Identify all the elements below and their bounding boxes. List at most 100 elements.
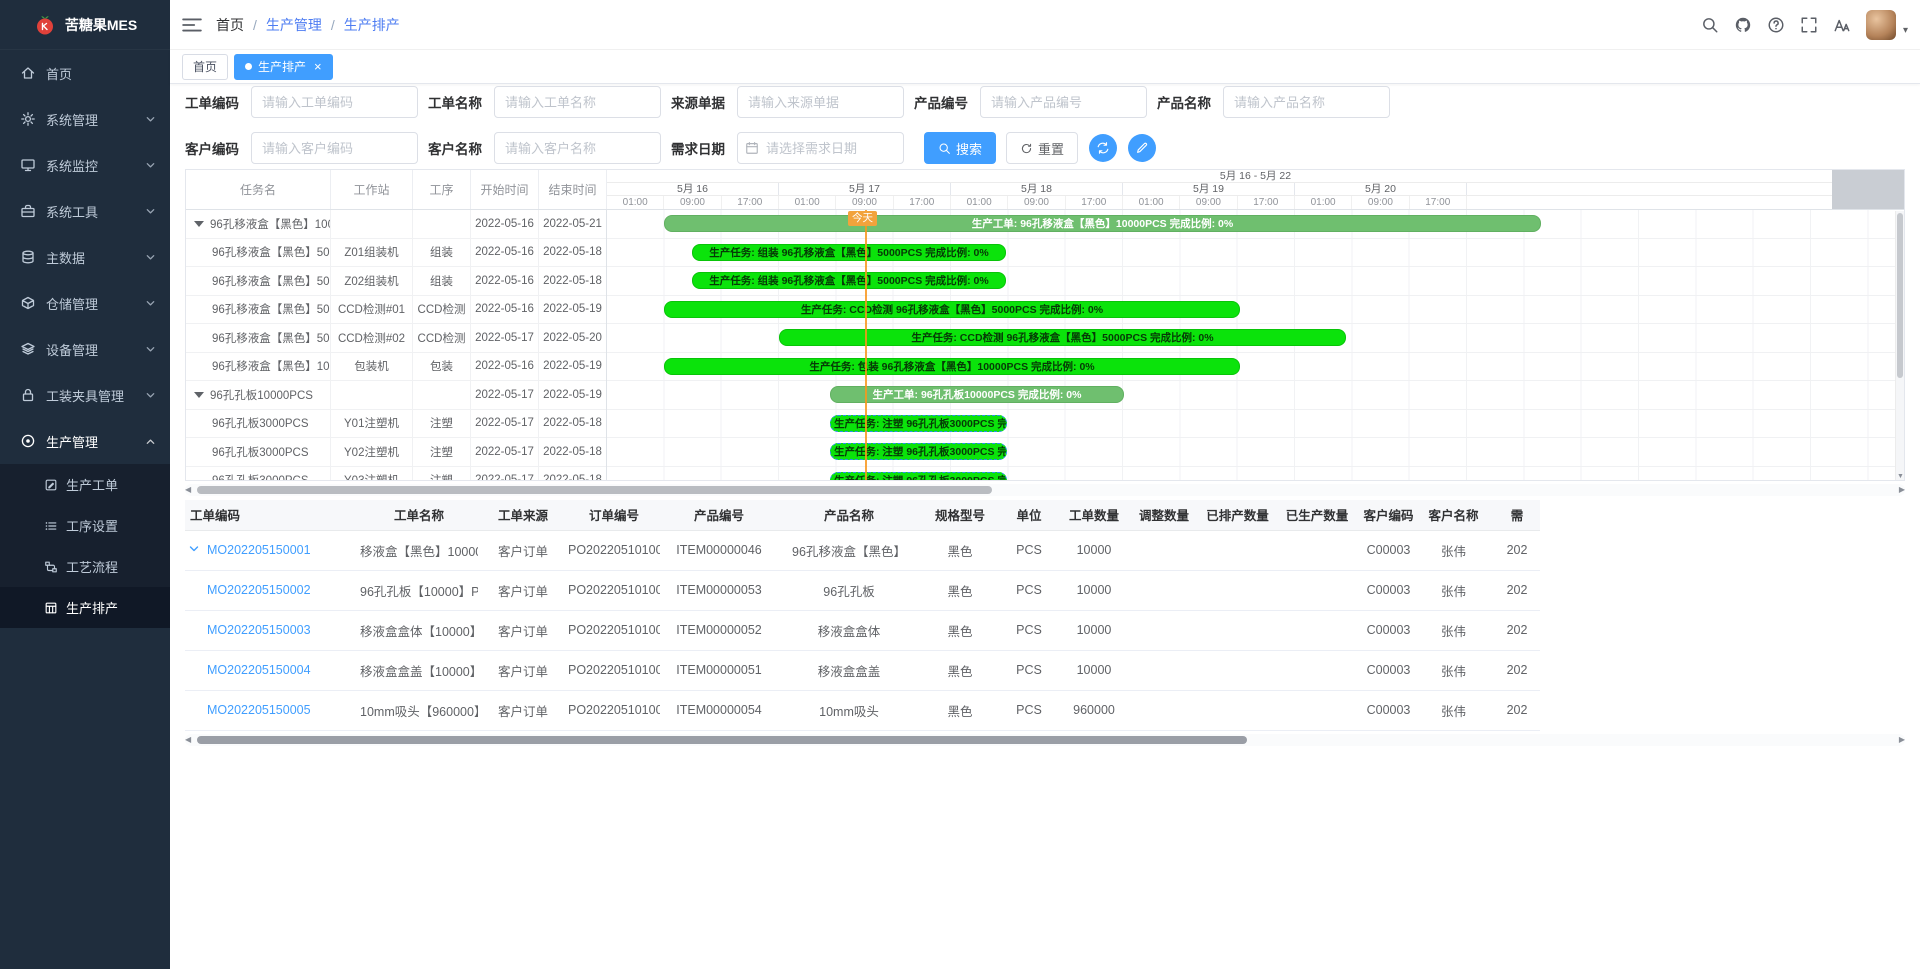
scrollbar-thumb[interactable] [197, 736, 1247, 744]
demand-date-picker [737, 132, 904, 164]
order-code-link[interactable]: MO202205150005 [207, 703, 311, 717]
sidebar-subitem-1[interactable]: 工序设置 [0, 505, 170, 546]
gantt-task-row[interactable]: 96孔移液盒【黑色】10000P2022-05-162022-05-21 [186, 210, 606, 239]
order-row[interactable]: MO202205150001移液盒【黑色】10000个客户订单PO2022051… [185, 530, 1540, 570]
scroll-left-arrow-icon[interactable]: ◀ [185, 484, 191, 496]
gantt-bar[interactable]: 生产任务: 组装 96孔移液盒【黑色】5000PCS 完成比例: 0% [692, 272, 1006, 289]
order-code-link[interactable]: MO202205150004 [207, 663, 311, 677]
github-icon[interactable] [1734, 16, 1752, 34]
fullscreen-icon[interactable] [1800, 16, 1818, 34]
work-order-code-input[interactable] [251, 86, 418, 118]
gantt-bar[interactable]: 生产任务: CCD检测 96孔移液盒【黑色】5000PCS 完成比例: 0% [664, 301, 1240, 318]
sidebar-item-2[interactable]: 系统监控 [0, 142, 170, 188]
gantt-task-row[interactable]: 96孔孔板3000PCSY01注塑机注塑2022-05-172022-05-18 [186, 410, 606, 439]
gantt-table-header: 任务名工作站工序开始时间结束时间 [186, 170, 606, 210]
expand-caret-icon[interactable] [188, 543, 202, 557]
order-row[interactable]: MO20220515000296孔孔板【10000】PCS客户订单PO20220… [185, 570, 1540, 610]
order-code-cell: MO202205150005 [185, 690, 360, 730]
product-name-input[interactable] [1223, 86, 1390, 118]
gantt-task-row[interactable]: 96孔孔板3000PCSY02注塑机注塑2022-05-172022-05-18 [186, 438, 606, 467]
order-cell: 10mm吸头【960000】PCS [360, 690, 478, 730]
sidebar-item-5[interactable]: 仓储管理 [0, 280, 170, 326]
font-size-icon[interactable] [1833, 16, 1851, 34]
search-button[interactable]: 搜索 [924, 132, 996, 164]
calendar-icon [745, 141, 759, 155]
gantt-chart-row: 生产工单: 96孔移液盒【黑色】10000PCS 完成比例: 0% [607, 210, 1904, 239]
order-cell: ITEM00000053 [660, 570, 778, 610]
sidebar-item-0[interactable]: 首页 [0, 50, 170, 96]
gantt-bar[interactable]: 生产工单: 96孔移液盒【黑色】10000PCS 完成比例: 0% [664, 215, 1541, 232]
work-order-name-input[interactable] [494, 86, 661, 118]
chevron-down-icon[interactable]: ▾ [1903, 25, 1908, 40]
order-cell: 移液盒盒体【10000】PCS [360, 610, 478, 650]
target-icon [20, 433, 36, 449]
customer-code-input[interactable] [251, 132, 418, 164]
scrollbar-thumb[interactable] [197, 486, 992, 494]
order-cell: 移液盒盒盖【10000】PCS [360, 650, 478, 690]
sidebar-subitem-2[interactable]: 工艺流程 [0, 546, 170, 587]
scroll-down-arrow-icon[interactable]: ▼ [1896, 473, 1905, 480]
breadcrumb-item[interactable]: 生产管理 [266, 15, 322, 35]
breadcrumb-item[interactable]: 生产排产 [344, 15, 400, 35]
gantt-hour-label: 01:00 [951, 196, 1008, 209]
order-cell: 10000 [1058, 610, 1130, 650]
sidebar-subitem-0[interactable]: 生产工单 [0, 464, 170, 505]
sidebar-item-3[interactable]: 系统工具 [0, 188, 170, 234]
tab-0[interactable]: 首页 [182, 54, 228, 80]
collapse-caret-icon[interactable] [194, 392, 204, 398]
order-cell: 96孔孔板【10000】PCS [360, 570, 478, 610]
tab-1[interactable]: 生产排产× [234, 54, 333, 80]
gantt-start-time: 2022-05-17 [471, 438, 539, 466]
reset-button[interactable]: 重置 [1006, 132, 1078, 164]
sidebar-subitem-3[interactable]: 生产排产 [0, 587, 170, 628]
customer-name-input[interactable] [494, 132, 661, 164]
order-row[interactable]: MO202205150003移液盒盒体【10000】PCS客户订单PO20220… [185, 610, 1540, 650]
gantt-bar[interactable]: 生产任务: 注塑 96孔孔板3000PCS 完成 [830, 415, 1007, 432]
gantt-task-row[interactable]: 96孔移液盒【黑色】5000PZ01组装机组装2022-05-162022-05… [186, 239, 606, 268]
gantt-bar[interactable]: 生产工单: 96孔孔板10000PCS 完成比例: 0% [830, 386, 1124, 403]
sidebar-item-4[interactable]: 主数据 [0, 234, 170, 280]
demand-date-input[interactable] [737, 132, 904, 164]
search-icon[interactable] [1701, 16, 1719, 34]
close-icon[interactable]: × [314, 60, 322, 73]
breadcrumb-item: 首页 [216, 15, 244, 35]
order-row[interactable]: MO20220515000510mm吸头【960000】PCS客户订单PO202… [185, 690, 1540, 730]
sidebar-item-1[interactable]: 系统管理 [0, 96, 170, 142]
sidebar-item-8[interactable]: 生产管理 [0, 418, 170, 464]
collapse-caret-icon[interactable] [194, 221, 204, 227]
gantt-task-row[interactable]: 96孔移液盒【黑色】5000PCCD检测#01CCD检测2022-05-1620… [186, 296, 606, 325]
gantt-task-row[interactable]: 96孔移液盒【黑色】5000PCCD检测#02CCD检测2022-05-1720… [186, 324, 606, 353]
scroll-right-arrow-icon[interactable]: ▶ [1899, 484, 1905, 496]
gantt-task-row[interactable]: 96孔移液盒【黑色】5000PZ02组装机组装2022-05-162022-05… [186, 267, 606, 296]
scrollbar-thumb[interactable] [1897, 213, 1903, 378]
gantt-horizontal-scrollbar[interactable]: ◀ ▶ [185, 484, 1905, 496]
gantt-bar[interactable]: 生产任务: 包装 96孔移液盒【黑色】10000PCS 完成比例: 0% [664, 358, 1240, 375]
sidebar: 苦糖果MES 首页系统管理系统监控系统工具主数据仓储管理设备管理工装夹具管理生产… [0, 0, 170, 969]
scroll-left-arrow-icon[interactable]: ◀ [185, 734, 191, 746]
order-row[interactable]: MO202205150004移液盒盒盖【10000】PCS客户订单PO20220… [185, 650, 1540, 690]
avatar[interactable] [1866, 10, 1896, 40]
scroll-right-arrow-icon[interactable]: ▶ [1899, 734, 1905, 746]
gantt-bar[interactable]: 生产任务: 注塑 96孔孔板3000PCS 完成 [830, 443, 1007, 460]
order-cell: 移液盒盒体 [778, 610, 920, 650]
gantt-task-row[interactable]: 96孔移液盒【黑色】1000包装机包装2022-05-162022-05-19 [186, 353, 606, 382]
sidebar-toggle-icon[interactable] [182, 16, 202, 34]
orders-horizontal-scrollbar[interactable]: ◀ ▶ [185, 734, 1905, 746]
order-code-link[interactable]: MO202205150002 [207, 583, 311, 597]
order-code-link[interactable]: MO202205150003 [207, 623, 311, 637]
source-doc-input[interactable] [737, 86, 904, 118]
order-code-cell: MO202205150001 [185, 530, 360, 570]
gantt-task-row[interactable]: 96孔孔板10000PCS2022-05-172022-05-19 [186, 381, 606, 410]
gantt-bar[interactable]: 生产任务: 组装 96孔移液盒【黑色】5000PCS 完成比例: 0% [692, 244, 1006, 261]
edit-circle-button[interactable] [1128, 134, 1156, 162]
sidebar-item-7[interactable]: 工装夹具管理 [0, 372, 170, 418]
gantt-vertical-scrollbar[interactable]: ▼ [1895, 211, 1904, 480]
gantt-task-row[interactable]: 96孔孔板3000PCSY03注塑机注塑2022-05-172022-05-18 [186, 467, 606, 482]
help-icon[interactable] [1767, 16, 1785, 34]
order-cell: C00003 [1357, 690, 1420, 730]
product-code-input[interactable] [980, 86, 1147, 118]
gantt-bar[interactable]: 生产任务: 注塑 96孔孔板3000PCS 完成 [830, 472, 1007, 481]
sidebar-item-6[interactable]: 设备管理 [0, 326, 170, 372]
order-code-link[interactable]: MO202205150001 [207, 543, 311, 557]
refresh-circle-button[interactable] [1089, 134, 1117, 162]
